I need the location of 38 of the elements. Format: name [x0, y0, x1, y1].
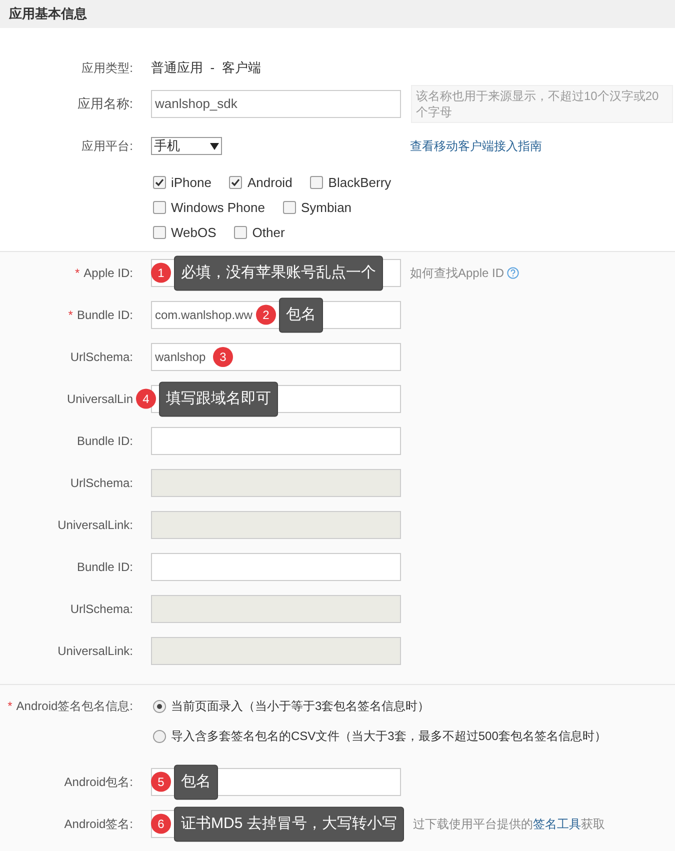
checkbox-label: Android — [247, 174, 292, 192]
callout-tooltip: 填写跟域名即可 — [159, 382, 278, 416]
field-label: UniversalLin — [66, 391, 133, 408]
required-asterisk: * — [74, 265, 80, 282]
field-label: UrlSchema: — [70, 475, 133, 492]
field-label: UniversalLink: — [58, 643, 133, 660]
required-asterisk: * — [68, 307, 73, 324]
checkbox-label: Symbian — [300, 198, 352, 217]
radio-label: 当前页面录入（当小于等于3套包名签名信息时） — [171, 698, 430, 715]
help-text: 过下载使用平台提供的签名工具获取 — [413, 816, 605, 833]
field-label: 应用名称: — [77, 95, 133, 114]
field-label: UrlSchema: — [70, 349, 133, 366]
checkbox-label: WebOS — [171, 224, 216, 242]
field-label: UrlSchema: — [70, 601, 133, 618]
number-tooltip: 4 — [136, 389, 156, 409]
field-label: Android签名包名信息: — [16, 698, 133, 715]
field-label: Bundle ID: — [76, 559, 133, 576]
checkbox-label: iPhone — [171, 174, 212, 192]
field-label: Apple ID: — [84, 265, 133, 282]
checkbox-label: Other — [252, 224, 285, 242]
field-label: 应用类型: — [82, 60, 133, 77]
checkbox-label: BlackBerry — [328, 174, 392, 192]
radio-label: 导入含多套签名包名的CSV文件（当大于3套，最多不超过500套包名签名信息时） — [171, 728, 606, 745]
field-label: Bundle ID: — [76, 433, 133, 450]
app-type-text: 普通应用 - 客户端 — [151, 59, 261, 78]
checkbox-label: Windows Phone — [171, 198, 265, 217]
required-asterisk: * — [8, 698, 12, 715]
field-label: UniversalLink: — [58, 517, 133, 534]
field-label: Bundle ID: — [76, 307, 133, 324]
callout-tooltip: 包名 — [279, 298, 323, 332]
section-title: 应用基本信息 — [9, 5, 87, 24]
callout-tooltip: 包名 — [174, 764, 218, 800]
callout-tooltip: 必填，没有苹果账号乱点一个 — [174, 256, 383, 290]
callout-tooltip: 证书MD5 去掉冒号，大写转小写 — [174, 806, 404, 842]
field-label: 应用平台: — [82, 138, 133, 155]
field-label: Android签名: — [64, 816, 133, 833]
field-label: Android包名: — [64, 774, 133, 791]
hint-text: 该名称也用于来源显示，不超过10个汉字或20个字母 — [411, 85, 673, 123]
